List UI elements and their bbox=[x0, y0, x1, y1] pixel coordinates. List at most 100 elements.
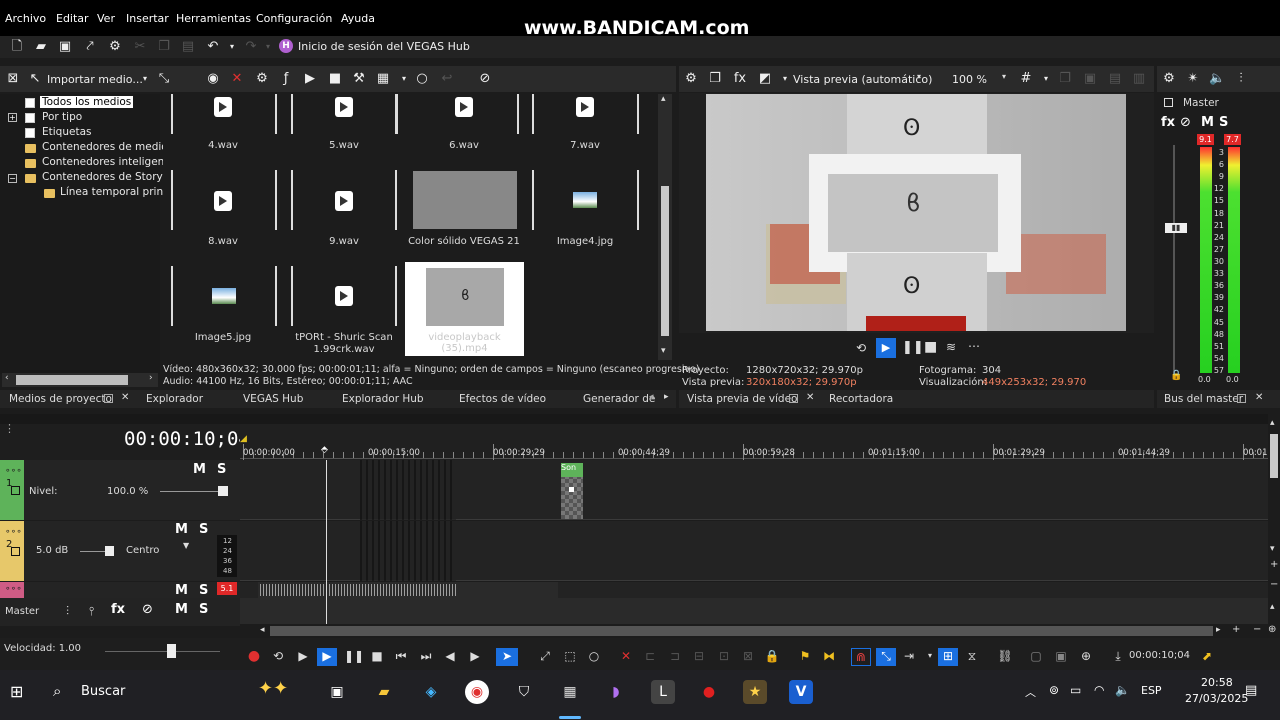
play-preview-icon[interactable]: ▶ bbox=[302, 71, 318, 87]
solo-button[interactable]: S bbox=[199, 522, 208, 537]
copilot-sparkle-icon[interactable]: ✦✦ bbox=[258, 678, 288, 699]
quality-dropdown-icon[interactable]: ▾ bbox=[917, 72, 921, 81]
import-media-button[interactable]: Importar medio... bbox=[47, 73, 143, 86]
tree-item-smart-bins[interactable]: Contenedores inteligente bbox=[42, 156, 175, 168]
split-dropdown-icon[interactable]: ▾ bbox=[777, 71, 793, 87]
settings-icon[interactable]: ⚙ bbox=[107, 39, 123, 55]
tabs-left-icon[interactable]: ◂ bbox=[649, 392, 654, 402]
tab-trimmer[interactable]: Recortadora bbox=[829, 393, 893, 405]
ungroup-icon[interactable]: ▣ bbox=[1053, 648, 1069, 664]
selected-media-item[interactable]: ϐ videoplayback (35).mp4 bbox=[405, 262, 524, 356]
mute-button[interactable]: M bbox=[1201, 115, 1214, 130]
envelope-tool-icon[interactable]: ⤢ bbox=[537, 648, 553, 664]
vegas-v-icon[interactable]: V bbox=[789, 680, 813, 704]
dock-icon[interactable] bbox=[1237, 394, 1246, 403]
clock-date[interactable]: 27/03/2025 bbox=[1185, 692, 1248, 705]
solo-button[interactable]: S bbox=[199, 602, 208, 617]
automation-icon[interactable]: ⊘ bbox=[1180, 115, 1191, 130]
menu-ayuda[interactable]: Ayuda bbox=[341, 12, 375, 25]
ripple-dropdown-icon[interactable]: ▾ bbox=[922, 648, 938, 664]
lock-icon[interactable]: 🔒 bbox=[764, 648, 780, 664]
bandicam-icon[interactable]: ● bbox=[697, 680, 721, 704]
normal-edit-tool[interactable]: ➤ bbox=[496, 648, 518, 666]
tree-hscrollbar[interactable]: ‹ › bbox=[2, 373, 158, 387]
dock-icon[interactable] bbox=[789, 394, 798, 403]
video-events[interactable] bbox=[360, 460, 456, 520]
stop-button[interactable]: ■ bbox=[369, 648, 385, 664]
track-1-header[interactable]: ∘∘∘ 1 Nivel: 100.0 % M S bbox=[0, 460, 240, 520]
play-from-start-icon[interactable]: ▶ bbox=[295, 648, 311, 664]
preview-stop-button[interactable]: ■ bbox=[924, 339, 937, 355]
wifi-icon[interactable]: ◠ bbox=[1094, 683, 1104, 697]
track-3-lane[interactable] bbox=[240, 582, 1268, 598]
back-icon[interactable]: ↩ bbox=[439, 71, 455, 87]
delete-icon[interactable]: ✕ bbox=[618, 648, 634, 664]
media-item[interactable]: 9.wav bbox=[284, 236, 404, 247]
tree-item-main-timeline[interactable]: Línea temporal princip bbox=[60, 186, 178, 198]
tab-project-media[interactable]: Medios de proyecto bbox=[9, 393, 112, 405]
overlay-icon[interactable]: ▤ bbox=[1107, 71, 1123, 87]
track-3-header[interactable]: ∘∘∘ M S 5.1 bbox=[0, 582, 240, 598]
dock-icon[interactable] bbox=[104, 394, 113, 403]
tools-icon[interactable]: ⚒ bbox=[351, 71, 367, 87]
lock-envelopes-icon[interactable]: ⛓ bbox=[997, 648, 1013, 664]
view-icon[interactable]: ▦ bbox=[375, 71, 391, 87]
pan-value[interactable]: Centro bbox=[126, 545, 159, 556]
export-icon[interactable]: ⤤ bbox=[82, 39, 98, 55]
import-icon[interactable]: ↖ bbox=[27, 71, 43, 87]
media-item[interactable]: videoplayback (35).mp4 bbox=[405, 332, 524, 354]
stop-preview-icon[interactable]: ■ bbox=[327, 71, 343, 87]
master-fx-button[interactable]: fx bbox=[1161, 115, 1175, 130]
menu-editar[interactable]: Editar bbox=[56, 12, 89, 25]
crossfade-type-icon[interactable]: ⧖ bbox=[964, 648, 980, 664]
timecode-display[interactable]: 00:00:10;04 bbox=[124, 428, 250, 450]
grid-dropdown-icon[interactable]: ▾ bbox=[1038, 71, 1054, 87]
taskbar-search[interactable]: Buscar bbox=[81, 684, 125, 699]
media-item[interactable]: 6.wav bbox=[404, 140, 524, 151]
hub-login-label[interactable]: Inicio de sesión del VEGAS Hub bbox=[298, 40, 470, 53]
notifications-icon[interactable]: ▤ bbox=[1245, 683, 1257, 698]
chrome-icon[interactable]: ◉ bbox=[465, 680, 489, 704]
media-item[interactable]: 5.wav bbox=[284, 140, 404, 151]
media-item[interactable]: Color sólido VEGAS 21 bbox=[404, 236, 524, 247]
master-fx-button[interactable]: fx bbox=[111, 602, 125, 617]
properties-icon[interactable]: ⚙ bbox=[254, 71, 270, 87]
media-gen-icon[interactable]: ◉ bbox=[205, 71, 221, 87]
volume-value[interactable]: 5.0 dB bbox=[36, 545, 68, 556]
undo-dropdown-icon[interactable]: ▾ bbox=[224, 39, 240, 55]
tab-vegas-hub[interactable]: VEGAS Hub bbox=[243, 393, 303, 405]
media-item[interactable]: Image4.jpg bbox=[525, 236, 645, 247]
fx-icon[interactable]: fx bbox=[732, 71, 748, 87]
trim-start-icon[interactable]: ⊏ bbox=[642, 648, 658, 664]
new-file-icon[interactable]: 🗋 bbox=[9, 39, 25, 55]
master-fader[interactable]: ▮▮ bbox=[1165, 223, 1187, 233]
preview-quality-select[interactable]: Vista previa (automático) bbox=[793, 73, 932, 86]
external-monitor-icon[interactable]: ❐ bbox=[707, 71, 723, 87]
collapse-icon[interactable]: − bbox=[8, 174, 17, 183]
more-options-icon[interactable]: ⋯ bbox=[968, 339, 980, 353]
paste-icon[interactable]: ▤ bbox=[180, 39, 196, 55]
media-item[interactable]: 7.wav bbox=[525, 140, 645, 151]
lucid-icon[interactable]: L bbox=[651, 680, 675, 704]
windows-start-icon[interactable]: ⊞ bbox=[10, 682, 28, 701]
remove-icon[interactable]: ✕ bbox=[229, 71, 245, 87]
meet-icon[interactable]: ⊚ bbox=[1049, 683, 1059, 697]
marker-icon[interactable]: ⚑ bbox=[797, 648, 813, 664]
close-icon[interactable]: ✕ bbox=[121, 392, 129, 403]
mute-button[interactable]: M bbox=[175, 583, 188, 598]
open-folder-icon[interactable]: ▰ bbox=[33, 39, 49, 55]
level-slider[interactable] bbox=[218, 486, 228, 496]
task-view-icon[interactable]: ▣ bbox=[325, 680, 349, 704]
star-app-icon[interactable]: ★ bbox=[743, 680, 767, 704]
media-item[interactable]: Image5.jpg bbox=[163, 332, 283, 343]
ripple-mode-icon[interactable]: ⇥ bbox=[901, 648, 917, 664]
auto-ripple-icon[interactable]: ⤡ bbox=[876, 648, 896, 666]
speaker-icon[interactable]: 🔈 bbox=[1209, 71, 1225, 87]
mute-button[interactable]: M bbox=[193, 462, 206, 477]
trim-icon[interactable]: ⊡ bbox=[716, 648, 732, 664]
fx-chain-icon[interactable]: ⫯ bbox=[89, 604, 94, 619]
tab-hub-explorer[interactable]: Explorador Hub bbox=[342, 393, 424, 405]
tab-video-preview[interactable]: Vista previa de vídeo bbox=[687, 393, 798, 405]
preview-settings-icon[interactable]: ⚙ bbox=[683, 71, 699, 87]
menu-insertar[interactable]: Insertar bbox=[126, 12, 169, 25]
